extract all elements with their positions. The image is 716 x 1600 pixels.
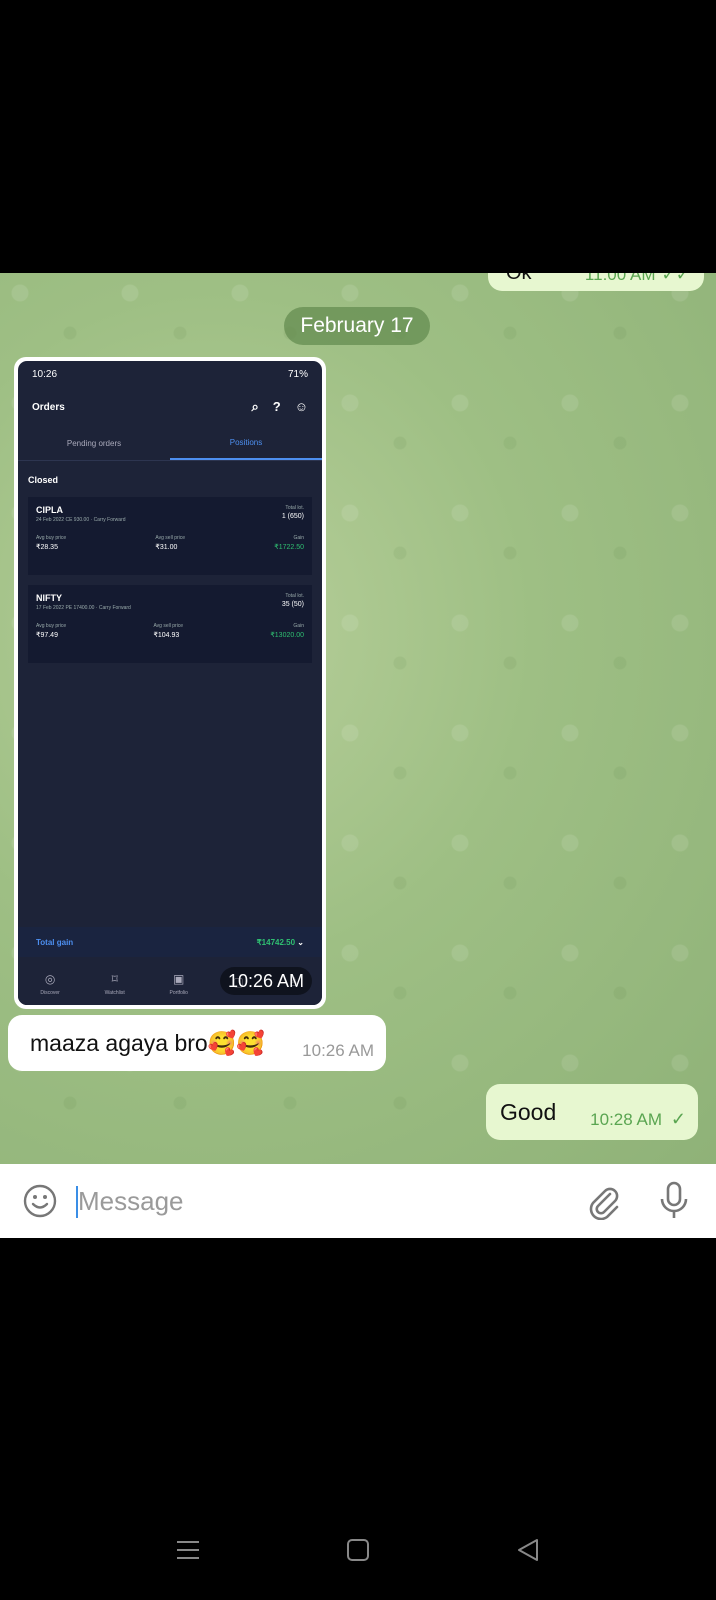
total-gain-bar: Total gain ₹14742.50 ⌄ [18, 927, 322, 957]
card-buy-label: Avg buy price [36, 623, 67, 629]
emoji-icon[interactable] [22, 1183, 58, 1219]
card-gain-label: Gain [293, 623, 304, 629]
home-icon[interactable] [343, 1535, 373, 1565]
chevron-down-icon: ⌄ [297, 937, 304, 947]
chat-area[interactable]: Ok 11:00 AM ✓✓ February 17 10:26 71% Ord… [0, 273, 716, 1164]
card-lot-label: Total lot. [285, 593, 304, 599]
message-input[interactable] [78, 1180, 558, 1222]
message-composer [0, 1164, 716, 1238]
inner-title: Orders [32, 401, 65, 413]
shared-screenshot: 10:26 71% Orders ⌕ ? ☺ Pending orders Po… [18, 361, 322, 1005]
card-lot: 1 (650) [281, 513, 304, 520]
card-sub: 24 Feb 2022 CE 930.00 [36, 517, 90, 523]
nav-label: Portfolio [169, 989, 188, 996]
card-gain: ₹13020.00 [270, 632, 304, 639]
position-card: CIPLA 24 Feb 2022 CE 930.00 · Carry Forw… [28, 497, 312, 575]
briefcase-icon: ▣ [173, 971, 185, 986]
menu-icon[interactable] [173, 1535, 203, 1565]
message-text: Good [500, 1098, 557, 1125]
image-time: 10:26 AM [219, 967, 312, 995]
inner-tabs: Pending orders Positions [18, 427, 322, 461]
card-type: Carry Forward [93, 517, 126, 523]
inner-status-time: 10:26 [32, 368, 58, 380]
card-sell-label: Avg sell price [153, 623, 184, 629]
incoming-message[interactable]: maaza agaya bro🥰🥰 10:26 AM [8, 1015, 386, 1071]
help-icon: ? [272, 399, 281, 414]
bookmark-icon: ⌑ [111, 971, 118, 986]
outgoing-message-ok[interactable]: Ok 11:00 AM ✓✓ [488, 273, 704, 291]
card-sell: ₹104.93 [153, 632, 180, 639]
card-type: Carry Forward [98, 605, 131, 611]
card-name: NIFTY [36, 593, 62, 603]
tab-positions: Positions [170, 427, 322, 460]
card-lot-label: Total lot. [285, 505, 304, 511]
tab-pending-orders: Pending orders [66, 439, 122, 448]
card-gain-label: Gain [293, 535, 304, 541]
search-icon: ⌕ [251, 399, 259, 414]
message-time: 10:28 AM [590, 1110, 662, 1129]
card-lot: 35 (50) [281, 601, 304, 608]
microphone-icon[interactable] [656, 1180, 692, 1220]
profile-icon: ☺ [294, 399, 308, 414]
card-sub: 17 Feb 2022 PE 17400.00 [36, 605, 95, 611]
total-gain-value: ₹14742.50 [256, 937, 296, 947]
card-buy: ₹28.35 [36, 544, 58, 551]
nav-discover: ◎ Discover [40, 972, 59, 996]
nav-watchlist: ⌑ Watchlist [105, 972, 125, 996]
message-time: 11:00 AM [584, 273, 656, 284]
check-icon: ✓ [670, 1109, 686, 1129]
card-gain: ₹1722.50 [274, 544, 304, 551]
compass-icon: ◎ [44, 971, 56, 986]
inner-status-bar: 10:26 71% [18, 361, 322, 387]
card-buy-label: Avg buy price [36, 535, 67, 541]
screen: Ok 11:00 AM ✓✓ February 17 10:26 71% Ord… [0, 0, 716, 1600]
back-icon[interactable] [513, 1535, 543, 1565]
message-time: 10:26 AM [302, 1041, 374, 1060]
date-separator: February 17 [284, 307, 430, 345]
outgoing-message[interactable]: Good 10:28 AM ✓ [486, 1084, 698, 1140]
card-name: CIPLA [36, 505, 63, 515]
double-check-icon: ✓✓ [661, 273, 691, 284]
paperclip-icon[interactable] [584, 1182, 622, 1220]
nav-label: Discover [40, 989, 60, 996]
system-navigation-bar [0, 1500, 716, 1600]
position-card: NIFTY 17 Feb 2022 PE 17400.00 · Carry Fo… [28, 585, 312, 663]
total-gain-label: Total gain [36, 937, 74, 947]
section-label: Closed [28, 475, 59, 485]
nav-portfolio: ▣ Portfolio [170, 972, 188, 996]
inner-header: Orders ⌕ ? ☺ [18, 387, 322, 427]
card-sell-label: Avg sell price [155, 535, 186, 541]
card-sell: ₹31.00 [155, 544, 178, 551]
card-buy: ₹97.49 [36, 632, 58, 639]
message-text: Ok [506, 273, 532, 284]
image-message[interactable]: 10:26 71% Orders ⌕ ? ☺ Pending orders Po… [14, 357, 326, 1009]
inner-battery: 71% [287, 368, 308, 380]
message-text: maaza agaya bro🥰🥰 [30, 1029, 265, 1056]
nav-label: Watchlist [104, 989, 125, 996]
